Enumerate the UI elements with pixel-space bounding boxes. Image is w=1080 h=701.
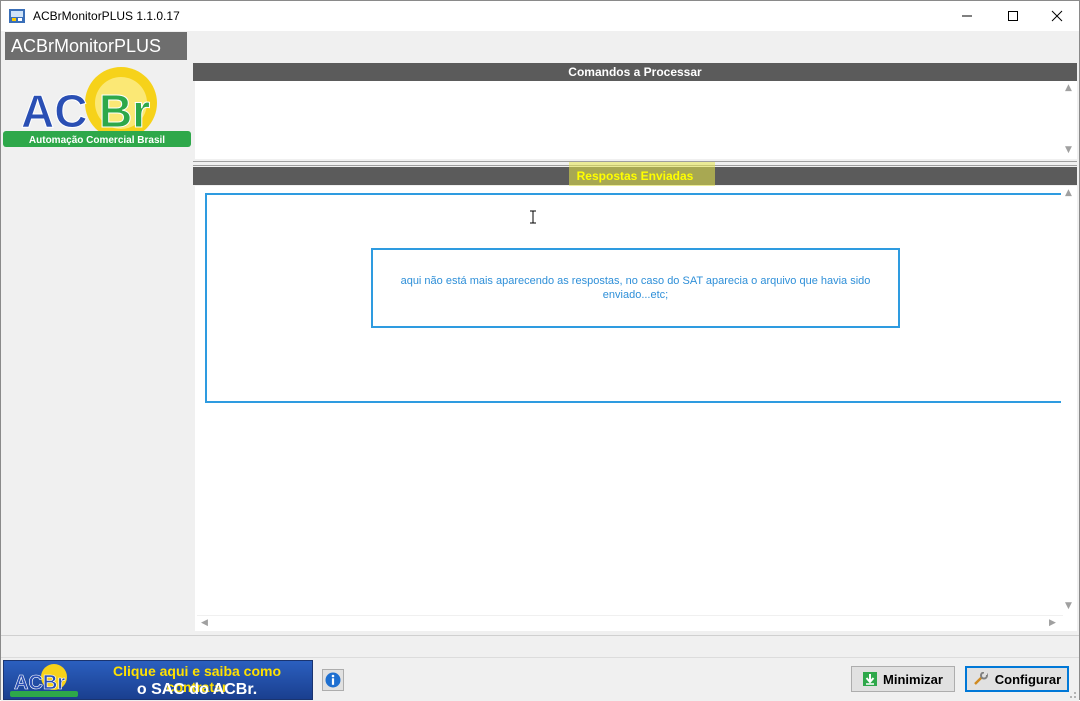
scroll-up-icon[interactable]: ▲ [1065, 83, 1072, 93]
annotation-text: aqui não está mais aparecendo as respost… [400, 275, 871, 301]
download-arrow-icon [863, 672, 878, 686]
commands-header: Comandos a Processar [193, 63, 1077, 81]
commands-textarea[interactable]: ▲ ▼ [195, 81, 1077, 159]
info-icon [325, 672, 341, 688]
sac-banner[interactable]: ACBr Clique aqui e saiba como contratar … [3, 660, 313, 700]
scroll-right-icon[interactable]: ▶ [1049, 618, 1056, 628]
responses-vertical-scrollbar[interactable]: ▲ ▼ [1061, 186, 1077, 615]
annotation-note: aqui não está mais aparecendo as respost… [371, 248, 900, 328]
responses-horizontal-scrollbar[interactable]: ◀ ▶ [197, 615, 1063, 631]
scroll-up-icon[interactable]: ▲ [1065, 188, 1072, 198]
scroll-down-icon[interactable]: ▼ [1065, 145, 1072, 155]
minimize-icon [962, 15, 972, 17]
scroll-down-icon[interactable]: ▼ [1065, 601, 1072, 611]
configure-button[interactable]: Configurar [965, 666, 1069, 692]
configure-label: Configurar [994, 671, 1062, 687]
banner-logo-icon: ACBr [10, 664, 78, 697]
maximize-icon [1008, 11, 1018, 21]
close-icon [1051, 10, 1063, 22]
resize-grip-icon[interactable] [1067, 689, 1077, 699]
svg-text:Automação Comercial Brasil: Automação Comercial Brasil [29, 135, 165, 146]
wrench-icon [973, 672, 988, 685]
svg-text:Br: Br [99, 85, 150, 137]
info-button[interactable] [322, 669, 344, 691]
responses-textarea[interactable]: aqui não está mais aparecendo as respost… [195, 186, 1077, 631]
title-bar[interactable]: ACBrMonitorPLUS 1.1.0.17 [1, 1, 1079, 31]
minimize-window-button[interactable] [944, 1, 990, 31]
svg-text:AC: AC [21, 85, 87, 137]
minimize-label: Minimizar [883, 671, 943, 687]
app-icon [9, 9, 25, 23]
svg-text:ACBr: ACBr [14, 672, 65, 694]
maximize-window-button[interactable] [990, 1, 1036, 31]
close-window-button[interactable] [1034, 1, 1080, 31]
responses-header: Respostas Enviadas [576, 169, 694, 183]
banner-line2: o SAC do ACBr. [136, 681, 258, 698]
acbr-logo: AC Br Automação Comercial Brasil [3, 67, 191, 147]
bottom-bar: ACBr Clique aqui e saiba como contratar … [1, 635, 1079, 701]
sidebar: ACBrMonitorPLUS AC Br Automação Comercia… [1, 31, 191, 635]
commands-vertical-scrollbar[interactable]: ▲ ▼ [1061, 81, 1077, 159]
app-window: ACBrMonitorPLUS 1.1.0.17 ACBrMonitorPLUS… [0, 0, 1080, 701]
text-cursor-icon [530, 210, 536, 224]
scroll-left-icon[interactable]: ◀ [201, 618, 208, 628]
main-area: Comandos a Processar ▲ ▼ Respostas Envia… [193, 61, 1079, 635]
window-title: ACBrMonitorPLUS 1.1.0.17 [33, 9, 180, 23]
status-strip [1, 646, 1079, 658]
minimize-button[interactable]: Minimizar [851, 666, 955, 692]
brand-label: ACBrMonitorPLUS [5, 32, 187, 60]
